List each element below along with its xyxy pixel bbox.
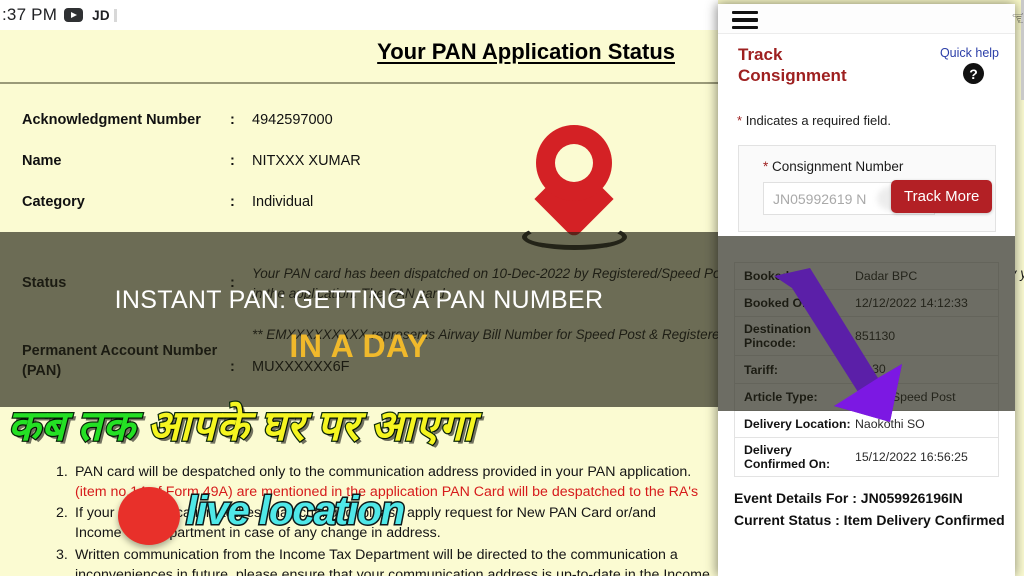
account-initials: JD bbox=[92, 7, 110, 23]
page-title: Your PAN Application Status bbox=[377, 39, 675, 64]
required-star: * bbox=[763, 159, 769, 174]
field-label: Name bbox=[22, 153, 62, 169]
hindi-headline-green: कब तक bbox=[7, 403, 136, 452]
field-value: 4942597000 bbox=[252, 112, 333, 128]
field-separator: : bbox=[230, 112, 235, 128]
field-separator: : bbox=[230, 194, 235, 210]
red-blob-marker bbox=[118, 487, 180, 545]
question-mark-icon[interactable]: ? bbox=[963, 63, 984, 84]
required-note-text: Indicates a required field. bbox=[745, 113, 891, 128]
partial-edge-icon: ☜ bbox=[1011, 8, 1023, 30]
device-status-bar: :37 PM JD bbox=[0, 0, 718, 30]
event-details-block: Event Details For : JN059926196IN Curren… bbox=[734, 488, 1012, 532]
row-key: Delivery Confirmed On: bbox=[744, 443, 831, 472]
field-value: NITXXX XUMAR bbox=[252, 153, 361, 169]
required-star: * bbox=[737, 113, 743, 128]
note-text: Written communication from the Income Ta… bbox=[75, 546, 678, 563]
table-row: Delivery Confirmed On: 15/12/2022 16:56:… bbox=[735, 438, 998, 478]
current-status-label: Current Status : Item Delivery Confirmed bbox=[734, 511, 1005, 528]
consignment-number-group: * Consignment Number JN05992619 N Track … bbox=[738, 145, 996, 232]
quick-help-link[interactable]: Quick help bbox=[940, 46, 999, 60]
hamburger-menu-icon[interactable] bbox=[732, 11, 758, 29]
video-overlay-band bbox=[0, 232, 718, 407]
note-text: PAN card will be despatched only to the … bbox=[75, 464, 692, 480]
required-field-note: * Indicates a required field. bbox=[737, 113, 891, 128]
hindi-headline-yellow: आपके घर पर आएगा bbox=[146, 403, 475, 452]
field-separator: : bbox=[230, 153, 235, 169]
youtube-icon bbox=[64, 8, 84, 22]
screenshot-root: Your PAN Application Status Acknowledgme… bbox=[0, 0, 1024, 576]
panel-topbar bbox=[718, 4, 1015, 34]
track-more-button[interactable]: Track More bbox=[891, 180, 993, 213]
clock-time: :37 PM bbox=[2, 5, 58, 24]
panel-title: Track Consignment bbox=[738, 45, 847, 86]
consignment-label-text: Consignment Number bbox=[772, 159, 904, 174]
live-location-caption: live location bbox=[184, 488, 406, 535]
hindi-headline: कब तक आपके घर पर आएगा bbox=[7, 396, 475, 453]
field-label: Acknowledgment Number bbox=[22, 112, 201, 128]
overlay-caption-line1: INSTANT PAN: GETTING A PAN NUMBER bbox=[114, 286, 604, 314]
purple-arrow-annotation bbox=[774, 268, 902, 422]
row-value: 15/12/2022 16:56:25 bbox=[855, 449, 968, 464]
consignment-number-label: * Consignment Number bbox=[763, 159, 903, 174]
overlay-caption-line2: IN A DAY bbox=[289, 328, 429, 364]
event-details-label: Event Details For : JN059926196IN bbox=[734, 490, 963, 506]
field-value: Individual bbox=[252, 194, 314, 210]
status-bar-tail bbox=[113, 8, 117, 22]
field-label: Category bbox=[22, 194, 85, 210]
